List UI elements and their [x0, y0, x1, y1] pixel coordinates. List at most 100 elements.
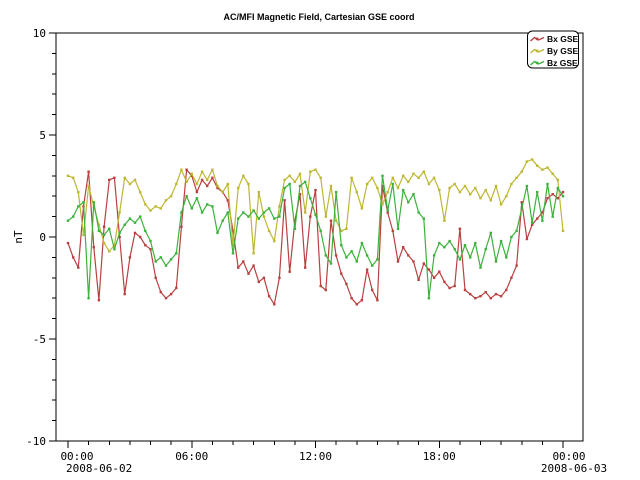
legend-marker-sample	[536, 38, 539, 41]
data-point-marker	[536, 217, 538, 219]
data-point-marker	[356, 191, 358, 193]
data-point-marker	[304, 211, 306, 213]
data-point-marker	[515, 230, 517, 232]
legend-marker-sample	[536, 62, 539, 65]
data-point-marker	[304, 181, 306, 183]
data-point-marker	[428, 183, 430, 185]
data-point-marker	[113, 177, 115, 179]
data-point-marker	[510, 236, 512, 238]
data-point-marker	[268, 230, 270, 232]
data-point-marker	[149, 240, 151, 242]
data-point-marker	[155, 277, 157, 279]
legend-label: By GSE	[547, 46, 579, 56]
y-axis-ticks: -10-50510	[26, 27, 56, 448]
data-point-marker	[258, 217, 260, 219]
data-point-marker	[536, 164, 538, 166]
data-point-marker	[67, 175, 69, 177]
data-point-marker	[366, 268, 368, 270]
data-point-marker	[222, 220, 224, 222]
data-point-marker	[417, 279, 419, 281]
data-point-marker	[118, 211, 120, 213]
data-point-marker	[93, 201, 95, 203]
data-point-marker	[320, 230, 322, 232]
data-point-marker	[149, 209, 151, 211]
data-point-marker	[531, 222, 533, 224]
data-point-marker	[521, 171, 523, 173]
chart-title: AC/MFI Magnetic Field, Cartesian GSE coo…	[223, 12, 414, 22]
data-point-marker	[350, 177, 352, 179]
data-point-marker	[371, 264, 373, 266]
data-point-marker	[175, 252, 177, 254]
data-point-marker	[454, 183, 456, 185]
x-tick-label: 12:00	[299, 450, 332, 463]
data-point-marker	[299, 173, 301, 175]
data-point-marker	[515, 264, 517, 266]
data-point-marker	[82, 234, 84, 236]
data-point-marker	[479, 197, 481, 199]
data-point-marker	[309, 197, 311, 199]
y-tick-label: -5	[33, 333, 46, 346]
data-point-marker	[366, 254, 368, 256]
data-point-marker	[170, 195, 172, 197]
data-point-marker	[191, 207, 193, 209]
data-point-marker	[139, 236, 141, 238]
data-point-marker	[149, 248, 151, 250]
data-point-marker	[412, 260, 414, 262]
data-point-marker	[242, 260, 244, 262]
data-point-marker	[196, 197, 198, 199]
data-point-marker	[185, 169, 187, 171]
data-point-marker	[485, 189, 487, 191]
data-point-marker	[423, 217, 425, 219]
data-point-marker	[258, 191, 260, 193]
data-series	[67, 158, 564, 305]
data-point-marker	[433, 254, 435, 256]
data-point-marker	[155, 260, 157, 262]
data-point-marker	[289, 183, 291, 185]
data-point-marker	[72, 177, 74, 179]
x-tick-label: 18:00	[423, 450, 456, 463]
data-point-marker	[417, 211, 419, 213]
data-point-marker	[526, 160, 528, 162]
data-point-marker	[552, 193, 554, 195]
data-point-marker	[314, 189, 316, 191]
data-point-marker	[459, 258, 461, 260]
data-point-marker	[67, 220, 69, 222]
data-point-marker	[536, 191, 538, 193]
data-point-marker	[180, 226, 182, 228]
data-point-marker	[459, 228, 461, 230]
data-point-marker	[278, 215, 280, 217]
data-point-marker	[356, 303, 358, 305]
data-point-marker	[77, 205, 79, 207]
data-point-marker	[211, 177, 213, 179]
data-point-marker	[247, 183, 249, 185]
data-point-marker	[170, 258, 172, 260]
data-point-marker	[423, 262, 425, 264]
data-point-marker	[93, 246, 95, 248]
y-tick-label: 5	[39, 129, 46, 142]
data-point-marker	[196, 191, 198, 193]
data-point-marker	[505, 256, 507, 258]
magnetic-field-chart: AC/MFI Magnetic Field, Cartesian GSE coo…	[0, 0, 640, 480]
data-point-marker	[103, 234, 105, 236]
data-point-marker	[371, 289, 373, 291]
data-point-marker	[98, 230, 100, 232]
data-point-marker	[387, 209, 389, 211]
data-point-marker	[562, 195, 564, 197]
data-point-marker	[552, 173, 554, 175]
data-point-marker	[479, 295, 481, 297]
data-point-marker	[134, 179, 136, 181]
data-point-marker	[129, 256, 131, 258]
data-point-marker	[191, 173, 193, 175]
data-point-marker	[381, 175, 383, 177]
data-point-marker	[454, 285, 456, 287]
data-point-marker	[134, 222, 136, 224]
data-point-marker	[124, 224, 126, 226]
data-point-marker	[185, 181, 187, 183]
data-point-marker	[448, 287, 450, 289]
data-point-marker	[562, 191, 564, 193]
legend-label: Bx GSE	[547, 34, 579, 44]
data-point-marker	[345, 256, 347, 258]
data-point-marker	[139, 215, 141, 217]
data-point-marker	[211, 205, 213, 207]
data-point-marker	[479, 266, 481, 268]
